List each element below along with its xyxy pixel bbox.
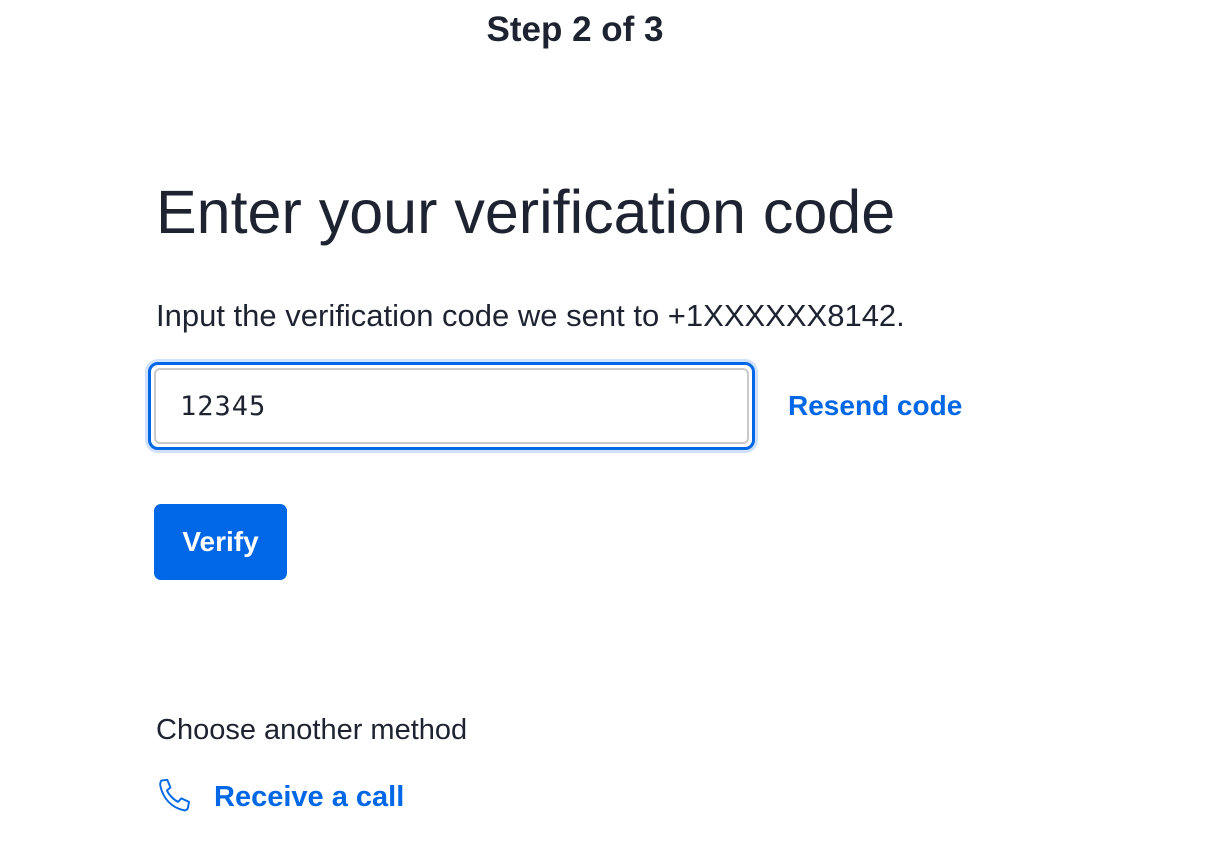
phone-icon [154, 776, 196, 818]
verification-instructions: Input the verification code we sent to +… [156, 298, 905, 333]
page-title: Enter your verification code [156, 178, 896, 246]
step-indicator: Step 2 of 3 [486, 10, 664, 49]
receive-call-option[interactable]: Receive a call [154, 774, 404, 820]
verification-code-input[interactable] [154, 368, 749, 444]
receive-call-label: Receive a call [214, 781, 405, 813]
choose-method-heading: Choose another method [156, 714, 468, 746]
verify-button[interactable]: Verify [154, 504, 287, 580]
verification-code-field [148, 362, 755, 450]
resend-code-link[interactable]: Resend code [788, 386, 962, 426]
